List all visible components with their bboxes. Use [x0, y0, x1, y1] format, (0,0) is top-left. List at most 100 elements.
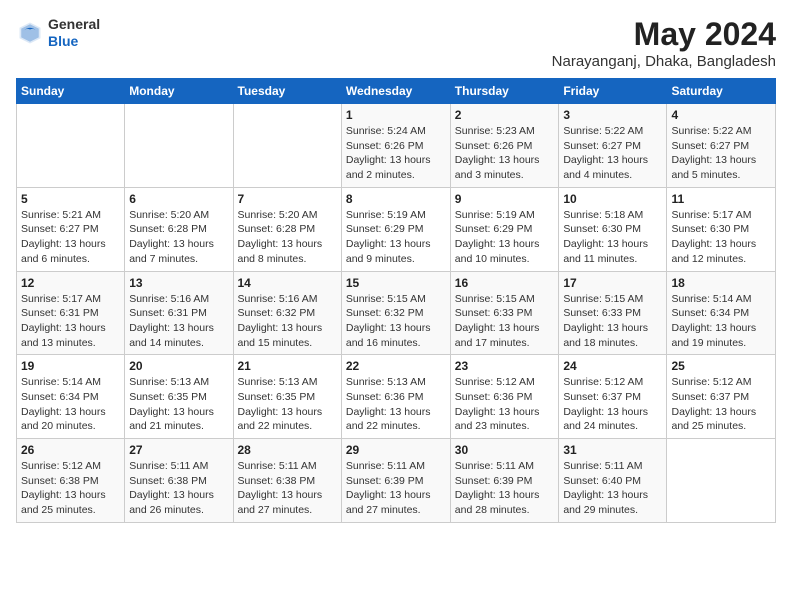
- calendar-week-row: 5Sunrise: 5:21 AMSunset: 6:27 PMDaylight…: [17, 187, 776, 271]
- day-info: Sunrise: 5:12 AMSunset: 6:38 PMDaylight:…: [21, 459, 120, 518]
- logo-icon: [16, 19, 44, 47]
- day-number: 23: [455, 359, 555, 373]
- calendar-cell: 29 Sunrise: 5:11 AMSunset: 6:39 PMDayligh…: [341, 439, 450, 523]
- weekday-header: Thursday: [450, 79, 559, 104]
- day-info: Sunrise: 5:19 AMSunset: 6:29 PMDaylight:…: [346, 208, 446, 267]
- calendar-cell: 15Sunrise: 5:15 AMSunset: 6:32 PMDayligh…: [341, 271, 450, 355]
- day-info: Sunrise: 5:15 AMSunset: 6:32 PMDaylight:…: [346, 292, 446, 351]
- page-header: General Blue May 2024 Narayanganj, Dhaka…: [16, 16, 776, 70]
- day-info: Sunrise: 5:20 AMSunset: 6:28 PMDaylight:…: [238, 208, 337, 267]
- calendar-cell: 16 Sunrise: 5:15 AMSunset: 6:33 PMDayligh…: [450, 271, 559, 355]
- calendar-cell: [667, 439, 776, 523]
- calendar-cell: 10Sunrise: 5:18 AMSunset: 6:30 PMDayligh…: [559, 187, 667, 271]
- day-info: Sunrise: 5:22 AMSunset: 6:27 PMDaylight:…: [563, 124, 662, 183]
- day-number: 17: [563, 276, 662, 290]
- weekday-header: Sunday: [17, 79, 125, 104]
- day-number: 11: [671, 192, 771, 206]
- calendar-cell: [17, 104, 125, 188]
- day-info: Sunrise: 5:23 AMSunset: 6:26 PMDaylight:…: [455, 124, 555, 183]
- calendar-cell: 27 Sunrise: 5:11 AMSunset: 6:38 PMDayligh…: [125, 439, 233, 523]
- day-number: 14: [238, 276, 337, 290]
- day-info: Sunrise: 5:15 AMSunset: 6:33 PMDaylight:…: [563, 292, 662, 351]
- calendar-cell: 3 Sunrise: 5:22 AMSunset: 6:27 PMDaylight…: [559, 104, 667, 188]
- calendar-cell: 9 Sunrise: 5:19 AMSunset: 6:29 PMDaylight…: [450, 187, 559, 271]
- day-number: 24: [563, 359, 662, 373]
- calendar-cell: 28 Sunrise: 5:11 AMSunset: 6:38 PMDayligh…: [233, 439, 341, 523]
- day-info: Sunrise: 5:17 AMSunset: 6:31 PMDaylight:…: [21, 292, 120, 351]
- calendar-cell: [125, 104, 233, 188]
- title-block: May 2024 Narayanganj, Dhaka, Bangladesh: [552, 16, 776, 70]
- calendar-cell: 6 Sunrise: 5:20 AMSunset: 6:28 PMDaylight…: [125, 187, 233, 271]
- calendar-cell: 2 Sunrise: 5:23 AMSunset: 6:26 PMDaylight…: [450, 104, 559, 188]
- calendar-cell: 19Sunrise: 5:14 AMSunset: 6:34 PMDayligh…: [17, 355, 125, 439]
- calendar-cell: 25 Sunrise: 5:12 AMSunset: 6:37 PMDayligh…: [667, 355, 776, 439]
- calendar-cell: 13 Sunrise: 5:16 AMSunset: 6:31 PMDayligh…: [125, 271, 233, 355]
- weekday-header: Friday: [559, 79, 667, 104]
- day-info: Sunrise: 5:11 AMSunset: 6:38 PMDaylight:…: [238, 459, 337, 518]
- calendar-cell: 23 Sunrise: 5:12 AMSunset: 6:36 PMDayligh…: [450, 355, 559, 439]
- day-number: 3: [563, 108, 662, 122]
- day-number: 20: [129, 359, 228, 373]
- day-info: Sunrise: 5:19 AMSunset: 6:29 PMDaylight:…: [455, 208, 555, 267]
- calendar-cell: 8 Sunrise: 5:19 AMSunset: 6:29 PMDaylight…: [341, 187, 450, 271]
- weekday-header: Monday: [125, 79, 233, 104]
- calendar-cell: 22Sunrise: 5:13 AMSunset: 6:36 PMDayligh…: [341, 355, 450, 439]
- day-number: 13: [129, 276, 228, 290]
- day-info: Sunrise: 5:14 AMSunset: 6:34 PMDaylight:…: [671, 292, 771, 351]
- day-info: Sunrise: 5:16 AMSunset: 6:31 PMDaylight:…: [129, 292, 228, 351]
- day-info: Sunrise: 5:11 AMSunset: 6:40 PMDaylight:…: [563, 459, 662, 518]
- logo-text: General Blue: [48, 16, 100, 50]
- weekday-header: Saturday: [667, 79, 776, 104]
- calendar-title: May 2024: [552, 16, 776, 53]
- calendar-cell: 4Sunrise: 5:22 AMSunset: 6:27 PMDaylight…: [667, 104, 776, 188]
- day-number: 6: [129, 192, 228, 206]
- day-number: 2: [455, 108, 555, 122]
- logo: General Blue: [16, 16, 100, 50]
- calendar-week-row: 19Sunrise: 5:14 AMSunset: 6:34 PMDayligh…: [17, 355, 776, 439]
- day-info: Sunrise: 5:22 AMSunset: 6:27 PMDaylight:…: [671, 124, 771, 183]
- day-info: Sunrise: 5:16 AMSunset: 6:32 PMDaylight:…: [238, 292, 337, 351]
- calendar-cell: 12 Sunrise: 5:17 AMSunset: 6:31 PMDayligh…: [17, 271, 125, 355]
- day-info: Sunrise: 5:12 AMSunset: 6:37 PMDaylight:…: [563, 375, 662, 434]
- day-number: 21: [238, 359, 337, 373]
- calendar-cell: 21 Sunrise: 5:13 AMSunset: 6:35 PMDayligh…: [233, 355, 341, 439]
- day-info: Sunrise: 5:11 AMSunset: 6:39 PMDaylight:…: [455, 459, 555, 518]
- calendar-cell: 11 Sunrise: 5:17 AMSunset: 6:30 PMDayligh…: [667, 187, 776, 271]
- calendar-week-row: 1 Sunrise: 5:24 AMSunset: 6:26 PMDaylight…: [17, 104, 776, 188]
- day-number: 27: [129, 443, 228, 457]
- day-number: 16: [455, 276, 555, 290]
- day-info: Sunrise: 5:24 AMSunset: 6:26 PMDaylight:…: [346, 124, 446, 183]
- day-info: Sunrise: 5:20 AMSunset: 6:28 PMDaylight:…: [129, 208, 228, 267]
- day-info: Sunrise: 5:17 AMSunset: 6:30 PMDaylight:…: [671, 208, 771, 267]
- calendar-cell: [233, 104, 341, 188]
- day-info: Sunrise: 5:12 AMSunset: 6:37 PMDaylight:…: [671, 375, 771, 434]
- day-number: 26: [21, 443, 120, 457]
- day-info: Sunrise: 5:12 AMSunset: 6:36 PMDaylight:…: [455, 375, 555, 434]
- day-number: 8: [346, 192, 446, 206]
- day-number: 9: [455, 192, 555, 206]
- calendar-cell: 20Sunrise: 5:13 AMSunset: 6:35 PMDayligh…: [125, 355, 233, 439]
- day-number: 1: [346, 108, 446, 122]
- day-number: 18: [671, 276, 771, 290]
- calendar-subtitle: Narayanganj, Dhaka, Bangladesh: [552, 53, 776, 70]
- day-number: 25: [671, 359, 771, 373]
- day-info: Sunrise: 5:14 AMSunset: 6:34 PMDaylight:…: [21, 375, 120, 434]
- calendar-cell: 26 Sunrise: 5:12 AMSunset: 6:38 PMDayligh…: [17, 439, 125, 523]
- calendar-table: SundayMondayTuesdayWednesdayThursdayFrid…: [16, 78, 776, 523]
- calendar-cell: 14 Sunrise: 5:16 AMSunset: 6:32 PMDayligh…: [233, 271, 341, 355]
- calendar-week-row: 12 Sunrise: 5:17 AMSunset: 6:31 PMDayligh…: [17, 271, 776, 355]
- calendar-cell: 18 Sunrise: 5:14 AMSunset: 6:34 PMDayligh…: [667, 271, 776, 355]
- day-info: Sunrise: 5:13 AMSunset: 6:35 PMDaylight:…: [238, 375, 337, 434]
- day-info: Sunrise: 5:15 AMSunset: 6:33 PMDaylight:…: [455, 292, 555, 351]
- logo-blue: Blue: [48, 33, 100, 50]
- day-info: Sunrise: 5:11 AMSunset: 6:38 PMDaylight:…: [129, 459, 228, 518]
- day-info: Sunrise: 5:11 AMSunset: 6:39 PMDaylight:…: [346, 459, 446, 518]
- day-number: 29: [346, 443, 446, 457]
- day-number: 28: [238, 443, 337, 457]
- day-number: 30: [455, 443, 555, 457]
- weekday-row: SundayMondayTuesdayWednesdayThursdayFrid…: [17, 79, 776, 104]
- calendar-cell: 24 Sunrise: 5:12 AMSunset: 6:37 PMDayligh…: [559, 355, 667, 439]
- weekday-header: Tuesday: [233, 79, 341, 104]
- day-number: 12: [21, 276, 120, 290]
- calendar-cell: 31Sunrise: 5:11 AMSunset: 6:40 PMDayligh…: [559, 439, 667, 523]
